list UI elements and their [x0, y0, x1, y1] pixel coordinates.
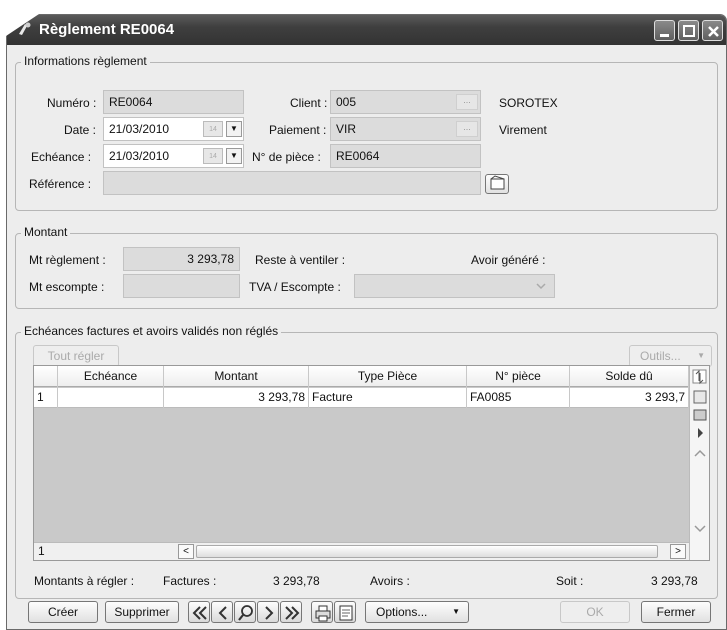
factures-total: 3 293,78 — [273, 574, 320, 588]
chevron-right-icon — [265, 606, 274, 620]
note-icon — [490, 175, 505, 190]
previous-record-button[interactable] — [211, 601, 233, 623]
double-chevron-right-icon — [285, 606, 300, 620]
reference-label: Référence : — [29, 177, 92, 191]
column-type-piece[interactable]: Type Pièce — [309, 366, 467, 387]
numero-label: Numéro : — [47, 96, 97, 110]
first-record-button[interactable] — [188, 601, 210, 623]
chevron-down-icon: ▼ — [452, 607, 460, 616]
echeances-grid[interactable]: Echéance Montant Type Pièce N° pièce Sol… — [33, 365, 710, 561]
scroll-thumb[interactable] — [196, 545, 658, 558]
cell-solde[interactable]: 3 293,7 — [570, 388, 689, 408]
search-record-button[interactable] — [234, 601, 256, 623]
calendar-icon[interactable]: 14 — [203, 148, 223, 164]
cell-type-piece[interactable]: Facture — [309, 388, 467, 408]
options-dropdown[interactable]: Options... ▼ — [365, 601, 469, 623]
close-icon — [708, 26, 719, 37]
soit-label: Soit : — [556, 574, 584, 588]
grid-tool-scrollbar[interactable] — [689, 366, 709, 560]
double-chevron-left-icon — [192, 606, 207, 620]
reference-field[interactable] — [103, 171, 481, 195]
npiece-field[interactable]: RE0064 — [330, 144, 481, 168]
search-icon — [238, 605, 253, 621]
client-name: SOROTEX — [499, 96, 558, 110]
scroll-left-button[interactable]: < — [178, 544, 194, 559]
fermer-button[interactable]: Fermer — [641, 601, 711, 623]
supprimer-button[interactable]: Supprimer — [105, 601, 179, 623]
avoir-label: Avoir généré : — [471, 253, 546, 267]
client-label: Client : — [290, 96, 328, 110]
grid-horizontal-scrollbar[interactable]: 1 < > — [34, 542, 689, 560]
row-number: 1 — [34, 388, 58, 408]
chevron-down-icon — [536, 283, 546, 290]
title-bar[interactable]: Règlement RE0064 — [7, 15, 726, 45]
client-lookup-button[interactable]: ... — [456, 94, 478, 110]
factures-label: Factures : — [163, 574, 217, 588]
outils-label: Outils... — [640, 349, 681, 363]
chevron-down-icon: ▼ — [697, 351, 705, 360]
grid-header-rownum — [34, 366, 58, 387]
table-row[interactable]: 1 3 293,78 Facture FA0085 3 293,7 — [34, 388, 689, 408]
date-label: Date : — [64, 123, 97, 137]
document-icon — [339, 605, 353, 621]
last-record-button[interactable] — [280, 601, 302, 623]
info-legend: Informations règlement — [21, 54, 150, 68]
avoirs-label: Avoirs : — [370, 574, 410, 588]
minimize-icon — [660, 34, 669, 37]
maximize-button[interactable] — [678, 20, 699, 41]
reglement-window: Règlement RE0064 Informations règlement … — [6, 14, 727, 630]
creer-button[interactable]: Créer — [28, 601, 98, 623]
minimize-button[interactable] — [654, 20, 675, 41]
mt-escompte-label: Mt escompte : — [29, 280, 105, 294]
grid-header: Echéance Montant Type Pièce N° pièce Sol… — [34, 366, 689, 387]
tva-label: TVA / Escompte : — [249, 280, 341, 294]
corner-fold-decoration — [0, 0, 60, 40]
maximize-icon — [683, 25, 695, 37]
column-npiece[interactable]: N° pièce — [467, 366, 570, 387]
printer-icon — [315, 605, 331, 622]
column-echeance[interactable]: Echéance — [58, 366, 164, 387]
chevron-left-icon — [218, 606, 227, 620]
echeance-dropdown-button[interactable]: ▼ — [226, 148, 242, 164]
tva-select[interactable] — [354, 274, 555, 298]
close-button[interactable] — [702, 20, 723, 41]
mt-reglement-field[interactable]: 3 293,78 — [123, 247, 240, 271]
soit-total: 3 293,78 — [651, 574, 698, 588]
column-montant[interactable]: Montant — [164, 366, 309, 387]
column-solde[interactable]: Solde dû — [570, 366, 689, 387]
note-button[interactable] — [485, 174, 509, 194]
totals-label: Montants à régler : — [34, 574, 135, 588]
reste-label: Reste à ventiler : — [255, 253, 346, 267]
preview-button[interactable] — [334, 601, 356, 623]
outils-button[interactable]: Outils... ▼ — [629, 345, 712, 367]
cell-npiece[interactable]: FA0085 — [467, 388, 570, 408]
grid-tools-icons — [692, 369, 707, 533]
date-dropdown-button[interactable]: ▼ — [226, 121, 242, 137]
calendar-icon[interactable]: 14 — [203, 121, 223, 137]
ok-button[interactable]: OK — [560, 601, 630, 623]
echeances-legend: Echéances factures et avoirs validés non… — [21, 324, 282, 338]
paiement-lookup-button[interactable]: ... — [456, 121, 478, 137]
tout-regler-button[interactable]: Tout régler — [33, 345, 119, 367]
paiement-label: Paiement : — [269, 123, 327, 137]
scroll-right-button[interactable]: > — [670, 544, 686, 559]
cell-echeance[interactable] — [58, 388, 164, 408]
mt-reglement-label: Mt règlement : — [29, 253, 106, 267]
options-label: Options... — [376, 605, 428, 619]
echeance-label: Echéance : — [31, 150, 92, 164]
paiement-name: Virement — [499, 123, 547, 137]
print-button[interactable] — [311, 601, 333, 623]
cell-montant[interactable]: 3 293,78 — [164, 388, 309, 408]
next-record-button[interactable] — [257, 601, 279, 623]
mt-escompte-field[interactable] — [123, 274, 240, 298]
montant-legend: Montant — [21, 225, 71, 239]
npiece-label: N° de pièce : — [252, 150, 321, 164]
grid-footer-count: 1 — [38, 544, 45, 558]
numero-field[interactable]: RE0064 — [103, 90, 244, 114]
